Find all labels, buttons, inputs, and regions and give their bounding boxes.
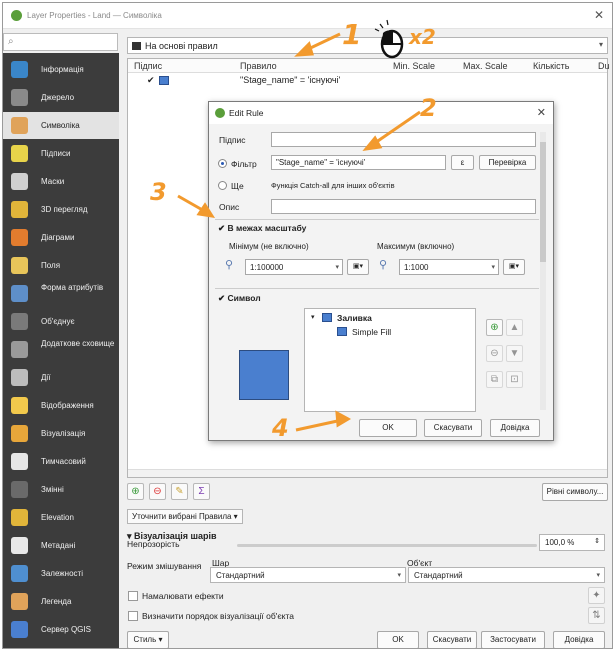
arrow-2 (371, 110, 421, 147)
annotation-1: 1 (342, 18, 362, 51)
annotation-2: 2 (420, 94, 437, 122)
mouse-icon (374, 19, 404, 59)
arrowhead-4 (335, 410, 352, 428)
arrowhead-3 (196, 202, 216, 218)
arrowhead-1 (294, 41, 314, 57)
annotation-4: 4 (272, 414, 289, 442)
annotation-3: 3 (150, 178, 167, 206)
arrow-4 (295, 418, 343, 432)
annotation-x2: x2 (409, 25, 436, 49)
annotation-arrows (177, 19, 421, 432)
